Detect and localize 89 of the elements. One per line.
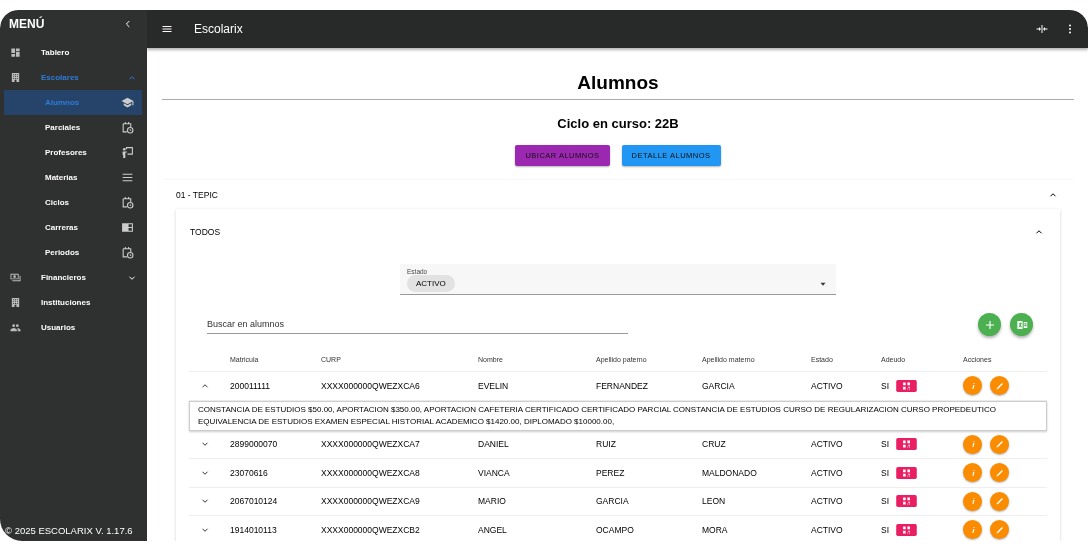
menu-item[interactable]: Financieros <box>0 265 147 290</box>
panel-icon <box>121 221 134 234</box>
table-cell: GARCIA <box>702 380 735 391</box>
edit-button[interactable] <box>990 520 1009 540</box>
table-cell: SI <box>881 524 890 535</box>
building-icon <box>10 72 21 83</box>
table-cell: ACTIVO <box>811 467 843 478</box>
building-icon <box>10 297 21 308</box>
table-cell: GARCIA <box>596 496 629 507</box>
table-cell: VIANCA <box>478 467 510 478</box>
table-cell: SI <box>881 496 890 507</box>
submenu-item[interactable]: Carreras <box>4 215 142 240</box>
edit-button[interactable] <box>990 463 1009 483</box>
table-cell: OCAMPO <box>596 524 634 535</box>
table-cell: XXXX000000QWEZXCB2 <box>321 524 420 535</box>
cycle-heading: Ciclo en curso: 22B <box>556 116 680 131</box>
panel-header[interactable]: 01 - TEPIC <box>162 180 1074 209</box>
table-cell: PEREZ <box>596 467 625 478</box>
info-button[interactable] <box>963 491 982 511</box>
app-title: Escolarix <box>194 22 243 36</box>
table-cell: 200011111 <box>230 380 271 391</box>
table-cell: ANGEL <box>478 524 507 535</box>
qr-code-icon <box>895 379 919 392</box>
table-cell: XXXX000000QWEZXCA8 <box>321 467 420 478</box>
menu-item[interactable]: Instituciones <box>0 290 147 315</box>
pencil-icon <box>993 495 1006 508</box>
list-icon <box>121 171 134 184</box>
pencil-icon <box>993 438 1006 451</box>
banknote-icon <box>10 272 21 283</box>
footer-text: © 2025 ESCOLARIX V. 1.17.6 <box>4 525 134 538</box>
table-cell: ACTIVO <box>811 496 843 507</box>
dashboard-icon <box>10 47 21 58</box>
menu-item[interactable]: Usuarios <box>0 315 147 340</box>
menu-icon <box>161 23 173 35</box>
calendar-clock-icon <box>121 196 134 209</box>
menu-item[interactable]: Tablero <box>0 40 147 65</box>
qr-code-icon <box>895 438 919 451</box>
table-cell: 23070616 <box>230 467 268 478</box>
calendar-clock-icon <box>121 121 134 134</box>
table-cell: ACTIVO <box>811 524 843 535</box>
table-cell: SI <box>881 467 890 478</box>
submenu-item[interactable]: Materias <box>4 165 142 190</box>
table-cell: LEON <box>702 496 726 507</box>
table-cell: ACTIVO <box>811 380 843 391</box>
table-cell: MALDONADO <box>702 467 757 478</box>
table-cell: FERNANDEZ <box>596 380 648 391</box>
people-icon <box>10 322 21 333</box>
presenter-icon <box>121 146 134 159</box>
info-button[interactable] <box>963 376 982 396</box>
table-cell: 2067010124 <box>230 496 278 507</box>
table-cell: XXXX000000QWEZXCA9 <box>321 496 420 507</box>
edit-button[interactable] <box>990 376 1009 396</box>
chevron-left-icon <box>123 19 133 29</box>
table-cell: 1914010113 <box>230 524 277 535</box>
table-cell: XXXX000000QWEZXCA7 <box>321 439 420 450</box>
table-cell: MARIO <box>478 496 506 507</box>
table-cell: ACTIVO <box>811 439 843 450</box>
submenu-item[interactable]: Periodos <box>4 240 142 265</box>
table-cell: SI <box>881 439 890 450</box>
compress-arrows-icon <box>1036 23 1048 35</box>
table-cell: 2899000070 <box>230 439 278 450</box>
graduation-cap-icon <box>121 96 134 109</box>
debt-detail: CONSTANCIA DE ESTUDIOS $50.00, APORTACION $350.00, APORTACION CAFETERIA CERTIFICADO CERTIFICADO PARCIAL CONSTANCIA DE ESTUDIOS CURSO DE REGULARIZACION CURSO PROPEDEUTICO EQUIVALENCIA DE ESTUDIOS EXAMEN ESPECIAL HISTORIAL ACADEMICO $1420.00, DIPLOMADO $10000.00, <box>189 400 1047 431</box>
qr-code-icon <box>895 523 919 536</box>
page-title: Alumnos <box>162 72 1074 100</box>
edit-button[interactable] <box>990 491 1009 511</box>
table-cell: EVELIN <box>478 380 509 391</box>
info-button[interactable] <box>963 434 982 454</box>
panel-header[interactable]: TODOS <box>176 209 1060 250</box>
submenu-item[interactable]: Parciales <box>4 115 142 140</box>
status-chip: ACTIVO <box>407 275 455 292</box>
export-button[interactable] <box>1010 313 1033 336</box>
submenu-item[interactable]: Profesores <box>4 140 142 165</box>
qr-code-icon <box>895 495 919 508</box>
table-cell: MORA <box>702 524 728 535</box>
add-button[interactable] <box>978 313 1001 336</box>
qr-code-icon <box>895 466 919 479</box>
table-cell: RUIZ <box>596 439 616 450</box>
edit-button[interactable] <box>990 434 1009 454</box>
submenu-item[interactable]: Ciclos <box>4 190 142 215</box>
menu-title: MENÚ <box>9 17 45 31</box>
info-button[interactable] <box>963 520 982 540</box>
table-cell: CRUZ <box>702 439 726 450</box>
search-field[interactable]: Buscar en alumnos <box>207 315 628 334</box>
info-button[interactable] <box>963 463 982 483</box>
table-cell: SI <box>881 380 890 391</box>
table-cell: XXXX000000QWEZXCA6 <box>321 380 420 391</box>
table-cell: DANIEL <box>478 439 509 450</box>
calendar-clock-icon <box>121 246 134 259</box>
